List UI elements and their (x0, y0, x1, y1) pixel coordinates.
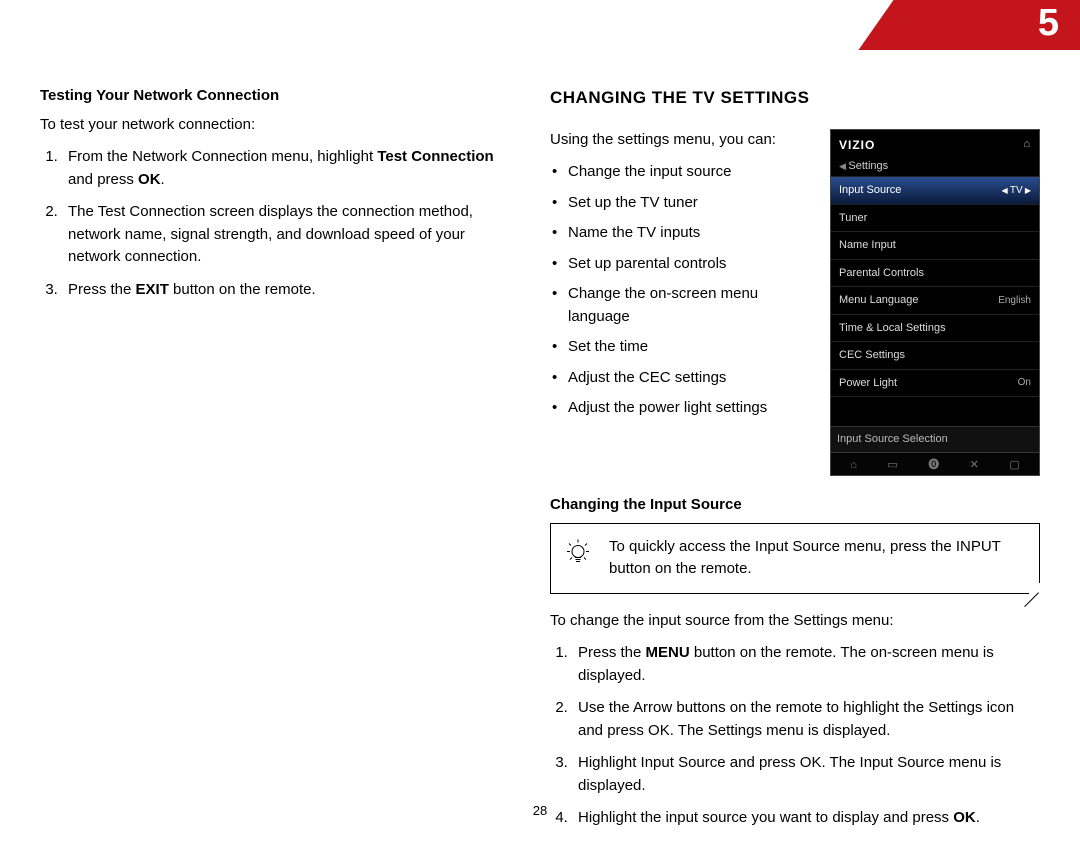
chapter-tab: 5 (900, 0, 1080, 50)
tv-subtitle: Settings (831, 156, 1039, 177)
list-item: Set up the TV tuner (550, 192, 812, 215)
v-icon: ⓿ (928, 457, 939, 474)
right-bullets: Change the input source Set up the TV tu… (550, 161, 812, 420)
left-intro: To test your network connection: (40, 114, 500, 137)
close-icon: ✕ (970, 457, 979, 474)
list-item: Name the TV inputs (550, 222, 812, 245)
tip-text: To quickly access the Input Source menu,… (609, 538, 1001, 578)
tv-row: Menu LanguageEnglish (831, 286, 1039, 314)
rect-icon: ▭ (887, 457, 897, 474)
list-item: Change the input source (550, 161, 812, 184)
list-item: From the Network Connection menu, highli… (62, 146, 500, 191)
square-icon: ▢ (1009, 457, 1019, 474)
list-item: Press the EXIT button on the remote. (62, 279, 500, 302)
tip-box: To quickly access the Input Source menu,… (550, 523, 1040, 594)
tv-row: Input SourceTV (831, 176, 1039, 204)
left-steps: From the Network Connection menu, highli… (40, 146, 500, 301)
left-column: Testing Your Network Connection To test … (40, 85, 500, 844)
tv-row: Parental Controls (831, 259, 1039, 287)
list-item: Change the on-screen menu language (550, 283, 812, 328)
list-item: Press the MENU button on the remote. The… (572, 642, 1040, 687)
tv-row: Tuner (831, 204, 1039, 232)
list-item: Use the Arrow buttons on the remote to h… (572, 697, 1040, 742)
home-icon: ⌂ (850, 457, 857, 474)
right-intro: Using the settings menu, you can: (550, 129, 812, 152)
right-column: CHANGING THE TV SETTINGS Using the setti… (550, 85, 1040, 844)
tv-row: Name Input (831, 231, 1039, 259)
list-item: Set the time (550, 336, 812, 359)
right-intro2: To change the input source from the Sett… (550, 610, 1040, 633)
sub-heading: Changing the Input Source (550, 494, 1040, 517)
home-icon: ⌂ (1023, 136, 1031, 153)
list-item: Set up parental controls (550, 253, 812, 276)
list-item: Highlight Input Source and press OK. The… (572, 752, 1040, 797)
tv-screenshot: VIZIO ⌂ Settings Input SourceTV Tuner Na… (830, 129, 1040, 477)
tv-footer: Input Source Selection (831, 426, 1039, 452)
list-item: Adjust the CEC settings (550, 367, 812, 390)
chapter-number: 5 (1038, 2, 1060, 45)
tv-brand: VIZIO (839, 136, 875, 154)
tv-row: Power LightOn (831, 369, 1039, 397)
list-item: The Test Connection screen displays the … (62, 201, 500, 269)
page-number: 28 (0, 803, 1080, 818)
right-steps: Press the MENU button on the remote. The… (550, 642, 1040, 830)
right-heading: CHANGING THE TV SETTINGS (550, 85, 1040, 111)
tv-controls: ⌂ ▭ ⓿ ✕ ▢ (831, 452, 1039, 476)
lightbulb-icon (565, 538, 591, 579)
page: 5 Testing Your Network Connection To tes… (0, 0, 1080, 834)
tv-row: Time & Local Settings (831, 314, 1039, 342)
tv-row: CEC Settings (831, 341, 1039, 369)
left-heading: Testing Your Network Connection (40, 85, 500, 108)
list-item: Adjust the power light settings (550, 397, 812, 420)
